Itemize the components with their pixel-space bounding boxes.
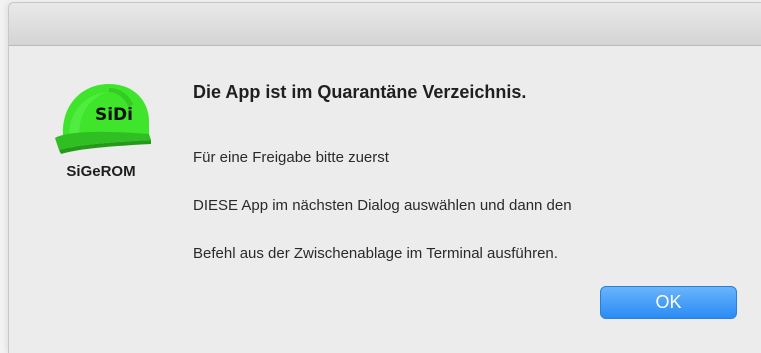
dialog-title: Die App ist im Quarantäne Verzeichnis.	[193, 82, 527, 102]
ok-button[interactable]: OK	[600, 286, 737, 319]
message-line-1: Für eine Freigabe bitte zuerst	[193, 149, 389, 166]
message-line-3: Befehl aus der Zwischenablage im Termina…	[193, 245, 558, 262]
alert-window: SiDi SiGeROM Die App ist im Quarantäne V…	[8, 2, 761, 353]
helmet-logo-text: SiDi	[95, 105, 133, 125]
message-line-2: DIESE App im nächsten Dialog auswählen u…	[193, 197, 572, 214]
window-titlebar[interactable]	[9, 3, 761, 46]
app-name-label: SiGeROM	[66, 163, 136, 180]
dialog-content: SiDi SiGeROM Die App ist im Quarantäne V…	[9, 46, 761, 353]
helmet-icon: SiDi	[55, 78, 153, 156]
